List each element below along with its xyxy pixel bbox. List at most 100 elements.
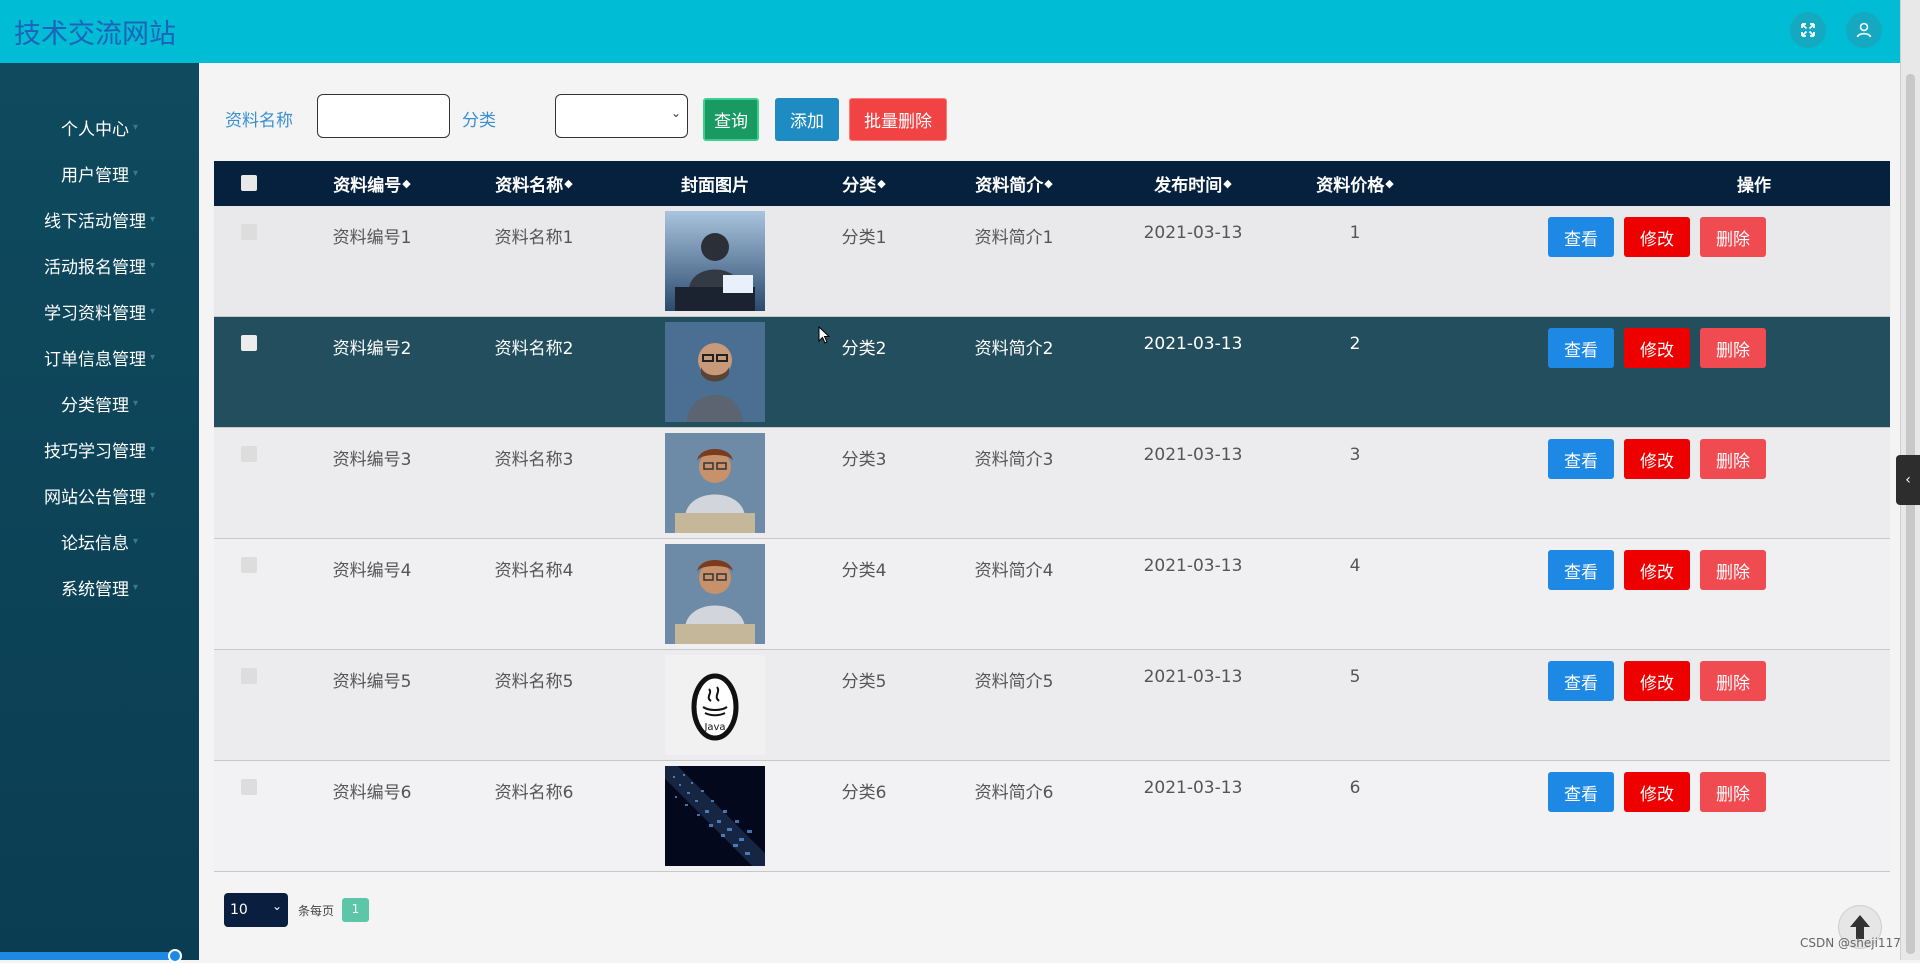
chevron-down-icon: ▾ [132, 535, 139, 547]
cell-category: 分类1 [841, 228, 887, 248]
delete-button[interactable]: 删除 [1700, 661, 1766, 701]
edit-button[interactable]: 修改 [1624, 550, 1690, 590]
page-number-button[interactable]: 1 [342, 898, 369, 922]
delete-button[interactable]: 删除 [1700, 439, 1766, 479]
watermark: CSDN @sheji117 [1800, 936, 1901, 950]
cell-price: 3 [1349, 445, 1361, 465]
batch-delete-button[interactable]: 批量删除 [849, 98, 947, 141]
row-checkbox[interactable] [241, 224, 257, 240]
row-checkbox[interactable] [241, 335, 257, 351]
expand-icon [1801, 23, 1815, 37]
per-page-label: 条每页 [298, 904, 335, 918]
delete-button[interactable]: 删除 [1700, 772, 1766, 812]
delete-button[interactable]: 删除 [1700, 217, 1766, 257]
fullscreen-button[interactable] [1790, 12, 1826, 48]
chevron-down-icon: ⌄ [670, 106, 681, 120]
sidebar-item-categories[interactable]: 分类管理 ▾ [0, 383, 199, 423]
column-header-name[interactable]: 资料名称 ◆ [464, 161, 604, 206]
cell-code: 资料编号1 [332, 228, 412, 248]
chevron-down-icon: ▾ [132, 397, 139, 409]
cell-intro: 资料简介3 [974, 450, 1054, 470]
table-row[interactable]: 资料编号3 资料名称3 分类3 资料简介3 2021-03-13 3 查看 修改… [214, 428, 1890, 539]
table-header: 资料编号 ◆ 资料名称 ◆ 封面图片 分类 ◆ 资料简介 ◆ 发布时间 ◆ 资料价格 ◆ 操… [214, 161, 1890, 206]
sidebar-item-forum[interactable]: 论坛信息 ▾ [0, 521, 199, 561]
sidebar-item-label: 活动报名管理 [43, 257, 146, 278]
cell-price: 2 [1349, 334, 1361, 354]
page-size-value: 10 [230, 902, 248, 918]
sidebar-item-label: 学习资料管理 [43, 303, 146, 324]
sidebar-item-label: 分类管理 [60, 395, 129, 416]
sidebar-item-announcements[interactable]: 网站公告管理 ▾ [0, 475, 199, 515]
cell-category: 分类5 [841, 672, 887, 692]
material-name-input[interactable] [317, 94, 450, 138]
cell-category: 分类6 [841, 783, 887, 803]
cell-date: 2021-03-13 [1143, 778, 1243, 798]
sidebar-scroll-handle[interactable] [168, 949, 182, 963]
table-row[interactable]: 资料编号6 资料名称6 分类6 资料简介6 2021-03-13 6 查看 修改… [214, 761, 1890, 872]
cell-category: 分类4 [841, 561, 887, 581]
table-row[interactable]: 资料编号5 资料名称5 Java 分类5 资料简介5 2021-03-13 5 … [214, 650, 1890, 761]
view-button[interactable]: 查看 [1548, 328, 1614, 368]
edit-button[interactable]: 修改 [1624, 328, 1690, 368]
view-button[interactable]: 查看 [1548, 217, 1614, 257]
column-header-code[interactable]: 资料编号 ◆ [302, 161, 442, 206]
column-header-category[interactable]: 分类 ◆ [814, 161, 914, 206]
cover-image: Java [665, 655, 765, 755]
view-button[interactable]: 查看 [1548, 550, 1614, 590]
sidebar-item-personal-center[interactable]: 个人中心 ▾ [0, 107, 199, 147]
edit-button[interactable]: 修改 [1624, 661, 1690, 701]
sidebar-item-activity-signup[interactable]: 活动报名管理 ▾ [0, 245, 199, 285]
cell-intro: 资料简介4 [974, 561, 1054, 581]
cell-intro: 资料简介6 [974, 783, 1054, 803]
column-header-intro[interactable]: 资料简介 ◆ [944, 161, 1084, 206]
sidebar-item-label: 网站公告管理 [43, 487, 146, 508]
table-row[interactable]: 资料编号2 资料名称2 分类2 资料简介2 2021-03-13 2 查看 修改… [214, 317, 1890, 428]
table-row[interactable]: 资料编号4 资料名称4 分类4 资料简介4 2021-03-13 4 查看 修改… [214, 539, 1890, 650]
sidebar: 个人中心 ▾ 用户管理 ▾ 线下活动管理 ▾ 活动报名管理 ▾ 学习资料管理 ▾ 订单信息… [0, 63, 199, 960]
chevron-down-icon: ⌄ [271, 899, 282, 913]
table-row[interactable]: 资料编号1 资料名称1 分类1 资料简介1 2021-03-13 1 查看 修改… [214, 206, 1890, 317]
cell-intro: 资料简介2 [974, 339, 1054, 359]
collapse-panel-button[interactable]: ‹ [1896, 455, 1920, 505]
cell-date: 2021-03-13 [1143, 556, 1243, 576]
sidebar-item-system[interactable]: 系统管理 ▾ [0, 567, 199, 607]
edit-button[interactable]: 修改 [1624, 217, 1690, 257]
sidebar-item-orders[interactable]: 订单信息管理 ▾ [0, 337, 199, 377]
chevron-down-icon: ▾ [149, 213, 156, 225]
chevron-down-icon: ▾ [149, 259, 156, 271]
cell-name: 资料名称1 [494, 228, 574, 248]
sidebar-item-offline-activities[interactable]: 线下活动管理 ▾ [0, 199, 199, 239]
row-checkbox[interactable] [241, 668, 257, 684]
sidebar-item-user-management[interactable]: 用户管理 ▾ [0, 153, 199, 193]
cell-date: 2021-03-13 [1143, 223, 1243, 243]
sidebar-item-label: 技巧学习管理 [43, 441, 146, 462]
delete-button[interactable]: 删除 [1700, 550, 1766, 590]
site-title: 技术交流网站 [14, 19, 176, 50]
add-button[interactable]: 添加 [775, 98, 839, 141]
edit-button[interactable]: 修改 [1624, 772, 1690, 812]
column-header-date[interactable]: 发布时间 ◆ [1113, 161, 1273, 206]
column-header-price[interactable]: 资料价格 ◆ [1285, 161, 1425, 206]
chevron-down-icon: ▾ [149, 305, 156, 317]
page-scrollbar-thumb[interactable] [1906, 74, 1915, 954]
sidebar-item-tips[interactable]: 技巧学习管理 ▾ [0, 429, 199, 469]
query-button[interactable]: 查询 [703, 98, 759, 141]
sidebar-item-label: 线下活动管理 [43, 211, 146, 232]
category-select[interactable]: ⌄ [555, 94, 688, 138]
cell-price: 4 [1349, 556, 1361, 576]
edit-button[interactable]: 修改 [1624, 439, 1690, 479]
row-checkbox[interactable] [241, 446, 257, 462]
user-menu-button[interactable] [1846, 12, 1882, 48]
delete-button[interactable]: 删除 [1700, 328, 1766, 368]
select-all-checkbox[interactable] [241, 175, 257, 191]
chevron-down-icon: ▾ [132, 167, 139, 179]
row-checkbox[interactable] [241, 779, 257, 795]
sidebar-item-study-materials[interactable]: 学习资料管理 ▾ [0, 291, 199, 331]
view-button[interactable]: 查看 [1548, 439, 1614, 479]
page-size-select[interactable]: 10 ⌄ [224, 893, 288, 927]
cell-intro: 资料简介1 [974, 228, 1054, 248]
cover-image [665, 322, 765, 422]
row-checkbox[interactable] [241, 557, 257, 573]
view-button[interactable]: 查看 [1548, 772, 1614, 812]
view-button[interactable]: 查看 [1548, 661, 1614, 701]
